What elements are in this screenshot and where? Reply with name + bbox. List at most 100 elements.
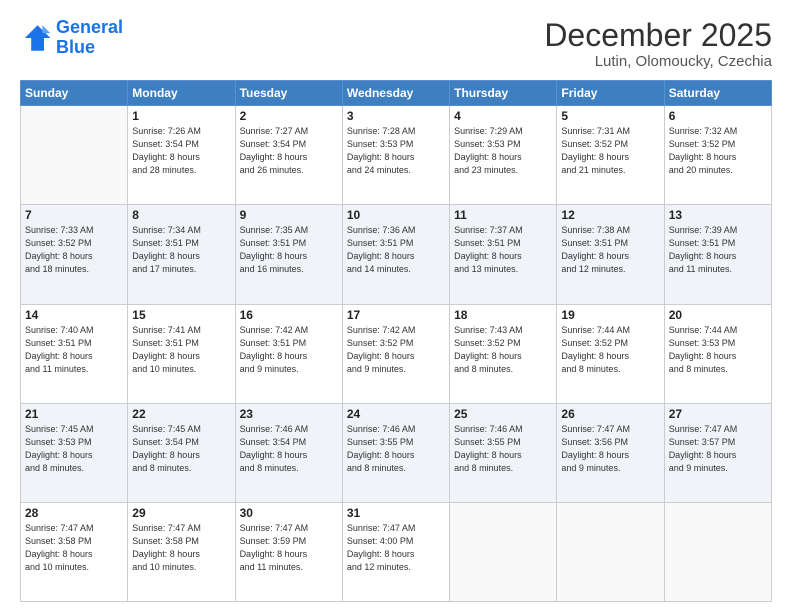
day-number: 4 [454, 109, 552, 123]
table-row: 26Sunrise: 7:47 AMSunset: 3:56 PMDayligh… [557, 403, 664, 502]
cell-content: Sunrise: 7:47 AMSunset: 3:56 PMDaylight:… [561, 423, 659, 475]
calendar-week-row: 7 Sunrise: 7:33 AMSunset: 3:52 PMDaylight… [21, 205, 772, 304]
table-row: 4 Sunrise: 7:29 AMSunset: 3:53 PMDaylight… [450, 106, 557, 205]
day-number: 29 [132, 506, 230, 520]
table-row: 31 Sunrise: 7:47 AMSunset: 4:00 PMDayligh… [342, 502, 449, 601]
table-row: 28 Sunrise: 7:47 AMSunset: 3:58 PMDayligh… [21, 502, 128, 601]
cell-content: Sunrise: 7:35 AMSunset: 3:51 PMDaylight:… [240, 224, 338, 276]
cell-content: Sunrise: 7:27 AMSunset: 3:54 PMDaylight:… [240, 125, 338, 177]
cell-content: Sunrise: 7:46 AMSunset: 3:54 PMDaylight:… [240, 423, 338, 475]
day-number: 24 [347, 407, 445, 421]
page: General Blue December 2025 Lutin, Olomou… [0, 0, 792, 612]
cell-content: Sunrise: 7:26 AMSunset: 3:54 PMDaylight:… [132, 125, 230, 177]
table-row: 17Sunrise: 7:42 AMSunset: 3:52 PMDayligh… [342, 304, 449, 403]
cell-content: Sunrise: 7:40 AMSunset: 3:51 PMDaylight:… [25, 324, 123, 376]
table-row: 29Sunrise: 7:47 AMSunset: 3:58 PMDayligh… [128, 502, 235, 601]
col-tuesday: Tuesday [235, 81, 342, 106]
table-row: 8Sunrise: 7:34 AMSunset: 3:51 PMDaylight… [128, 205, 235, 304]
cell-content: Sunrise: 7:43 AMSunset: 3:52 PMDaylight:… [454, 324, 552, 376]
day-number: 19 [561, 308, 659, 322]
cell-content: Sunrise: 7:45 AMSunset: 3:53 PMDaylight:… [25, 423, 123, 475]
table-row: 7 Sunrise: 7:33 AMSunset: 3:52 PMDaylight… [21, 205, 128, 304]
cell-content: Sunrise: 7:45 AMSunset: 3:54 PMDaylight:… [132, 423, 230, 475]
header: General Blue December 2025 Lutin, Olomou… [20, 18, 772, 70]
day-number: 12 [561, 208, 659, 222]
cell-content: Sunrise: 7:28 AMSunset: 3:53 PMDaylight:… [347, 125, 445, 177]
calendar-table: Sunday Monday Tuesday Wednesday Thursday… [20, 80, 772, 602]
col-wednesday: Wednesday [342, 81, 449, 106]
title-block: December 2025 Lutin, Olomoucky, Czechia [544, 18, 772, 70]
day-number: 2 [240, 109, 338, 123]
logo: General Blue [20, 18, 123, 58]
cell-content: Sunrise: 7:44 AMSunset: 3:52 PMDaylight:… [561, 324, 659, 376]
col-saturday: Saturday [664, 81, 771, 106]
table-row: 23 Sunrise: 7:46 AMSunset: 3:54 PMDayligh… [235, 403, 342, 502]
logo-icon [20, 22, 52, 54]
day-number: 28 [25, 506, 123, 520]
cell-content: Sunrise: 7:44 AMSunset: 3:53 PMDaylight:… [669, 324, 767, 376]
calendar-week-row: 28 Sunrise: 7:47 AMSunset: 3:58 PMDayligh… [21, 502, 772, 601]
logo-text: General Blue [56, 18, 123, 58]
cell-content: Sunrise: 7:47 AMSunset: 3:57 PMDaylight:… [669, 423, 767, 475]
col-thursday: Thursday [450, 81, 557, 106]
day-number: 6 [669, 109, 767, 123]
day-number: 31 [347, 506, 445, 520]
day-number: 30 [240, 506, 338, 520]
day-number: 10 [347, 208, 445, 222]
col-monday: Monday [128, 81, 235, 106]
day-number: 14 [25, 308, 123, 322]
table-row: 16 Sunrise: 7:42 AMSunset: 3:51 PMDayligh… [235, 304, 342, 403]
table-row: 5Sunrise: 7:31 AMSunset: 3:52 PMDaylight… [557, 106, 664, 205]
day-number: 27 [669, 407, 767, 421]
day-number: 15 [132, 308, 230, 322]
cell-content: Sunrise: 7:47 AMSunset: 3:58 PMDaylight:… [25, 522, 123, 574]
table-row: 10 Sunrise: 7:36 AMSunset: 3:51 PMDayligh… [342, 205, 449, 304]
table-row: 12 Sunrise: 7:38 AMSunset: 3:51 PMDayligh… [557, 205, 664, 304]
day-number: 1 [132, 109, 230, 123]
day-number: 22 [132, 407, 230, 421]
table-row: 20 Sunrise: 7:44 AMSunset: 3:53 PMDayligh… [664, 304, 771, 403]
cell-content: Sunrise: 7:36 AMSunset: 3:51 PMDaylight:… [347, 224, 445, 276]
day-number: 7 [25, 208, 123, 222]
table-row: 3Sunrise: 7:28 AMSunset: 3:53 PMDaylight… [342, 106, 449, 205]
table-row [21, 106, 128, 205]
day-number: 23 [240, 407, 338, 421]
table-row [664, 502, 771, 601]
logo-line1: General [56, 17, 123, 37]
cell-content: Sunrise: 7:38 AMSunset: 3:51 PMDaylight:… [561, 224, 659, 276]
table-row: 15Sunrise: 7:41 AMSunset: 3:51 PMDayligh… [128, 304, 235, 403]
table-row: 30Sunrise: 7:47 AMSunset: 3:59 PMDayligh… [235, 502, 342, 601]
table-row: 24Sunrise: 7:46 AMSunset: 3:55 PMDayligh… [342, 403, 449, 502]
col-sunday: Sunday [21, 81, 128, 106]
calendar-week-row: 21 Sunrise: 7:45 AMSunset: 3:53 PMDayligh… [21, 403, 772, 502]
day-number: 11 [454, 208, 552, 222]
calendar-week-row: 14 Sunrise: 7:40 AMSunset: 3:51 PMDayligh… [21, 304, 772, 403]
table-row: 21 Sunrise: 7:45 AMSunset: 3:53 PMDayligh… [21, 403, 128, 502]
calendar-week-row: 1 Sunrise: 7:26 AMSunset: 3:54 PMDaylight… [21, 106, 772, 205]
cell-content: Sunrise: 7:33 AMSunset: 3:52 PMDaylight:… [25, 224, 123, 276]
table-row: 11 Sunrise: 7:37 AMSunset: 3:51 PMDayligh… [450, 205, 557, 304]
cell-content: Sunrise: 7:29 AMSunset: 3:53 PMDaylight:… [454, 125, 552, 177]
calendar-header-row: Sunday Monday Tuesday Wednesday Thursday… [21, 81, 772, 106]
table-row: 2 Sunrise: 7:27 AMSunset: 3:54 PMDaylight… [235, 106, 342, 205]
cell-content: Sunrise: 7:39 AMSunset: 3:51 PMDaylight:… [669, 224, 767, 276]
day-number: 25 [454, 407, 552, 421]
day-number: 16 [240, 308, 338, 322]
table-row: 25 Sunrise: 7:46 AMSunset: 3:55 PMDayligh… [450, 403, 557, 502]
table-row: 9Sunrise: 7:35 AMSunset: 3:51 PMDaylight… [235, 205, 342, 304]
table-row: 27 Sunrise: 7:47 AMSunset: 3:57 PMDayligh… [664, 403, 771, 502]
location-subtitle: Lutin, Olomoucky, Czechia [544, 53, 772, 70]
day-number: 8 [132, 208, 230, 222]
day-number: 21 [25, 407, 123, 421]
cell-content: Sunrise: 7:32 AMSunset: 3:52 PMDaylight:… [669, 125, 767, 177]
table-row [450, 502, 557, 601]
cell-content: Sunrise: 7:42 AMSunset: 3:51 PMDaylight:… [240, 324, 338, 376]
table-row: 22 Sunrise: 7:45 AMSunset: 3:54 PMDayligh… [128, 403, 235, 502]
table-row: 14 Sunrise: 7:40 AMSunset: 3:51 PMDayligh… [21, 304, 128, 403]
day-number: 20 [669, 308, 767, 322]
logo-line2: Blue [56, 38, 123, 58]
cell-content: Sunrise: 7:46 AMSunset: 3:55 PMDaylight:… [454, 423, 552, 475]
cell-content: Sunrise: 7:37 AMSunset: 3:51 PMDaylight:… [454, 224, 552, 276]
table-row: 13Sunrise: 7:39 AMSunset: 3:51 PMDayligh… [664, 205, 771, 304]
cell-content: Sunrise: 7:47 AMSunset: 4:00 PMDaylight:… [347, 522, 445, 574]
